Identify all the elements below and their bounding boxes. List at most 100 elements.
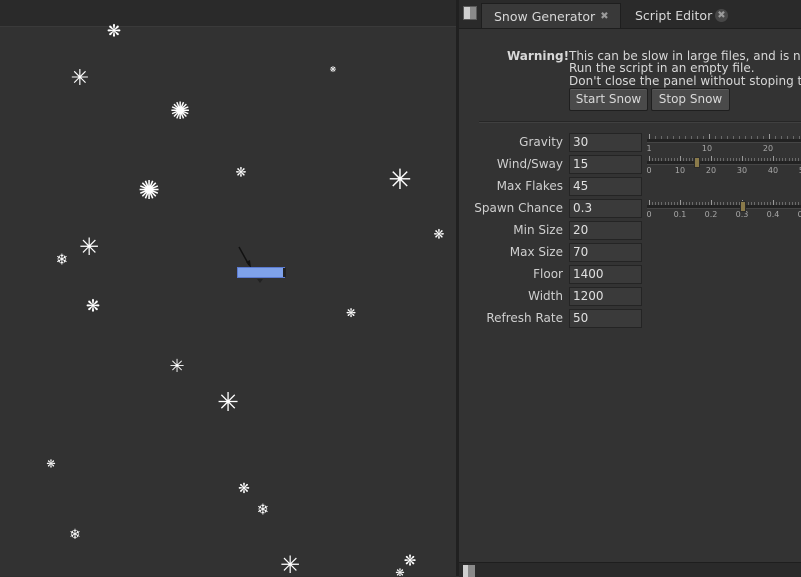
- tab-label: Snow Generator: [494, 9, 595, 24]
- slider-track[interactable]: [647, 139, 801, 143]
- knob-row-refresh-rate: Refresh Rate 50: [459, 308, 801, 330]
- max-size-input[interactable]: 70: [569, 243, 642, 262]
- slider-handle[interactable]: [740, 201, 746, 212]
- slider-tick: [748, 202, 749, 205]
- slider-tick: [793, 136, 794, 139]
- slider-tick: [680, 200, 681, 205]
- spawn-chance-input[interactable]: 0.3: [569, 199, 642, 218]
- slider-tick-label: 0.1: [674, 210, 687, 219]
- start-snow-button[interactable]: Start Snow: [569, 88, 648, 111]
- slider-track[interactable]: [647, 161, 801, 165]
- spawn-chance-slider[interactable]: 00.10.20.30.40.5: [647, 199, 801, 219]
- slider-tick: [773, 156, 774, 161]
- slider-tick: [754, 202, 755, 205]
- slider-tick: [733, 202, 734, 205]
- close-icon[interactable]: ✖: [715, 9, 728, 22]
- slider-tick: [665, 158, 666, 161]
- max-flakes-input[interactable]: 45: [569, 177, 642, 196]
- snowflake-icon: ✳: [280, 553, 300, 576]
- slider-tick: [691, 136, 692, 139]
- knob-row-max-size: Max Size 70: [459, 242, 801, 264]
- snowflake-icon: ❋: [434, 229, 445, 242]
- slider-tick: [665, 202, 666, 205]
- bottom-pane-bar: [459, 562, 801, 577]
- width-input[interactable]: 1200: [569, 287, 642, 306]
- slider-tick: [736, 202, 737, 205]
- slider-tick-label: 1: [646, 144, 651, 153]
- slider-tick-label: 0.4: [767, 210, 780, 219]
- snowflake-icon: ✺: [138, 178, 160, 204]
- snowflake-icon: ❋: [46, 459, 55, 470]
- gravity-slider[interactable]: 1 10 20: [647, 133, 801, 153]
- pane-menu-icon[interactable]: [463, 6, 477, 20]
- slider-tick: [671, 202, 672, 205]
- tab-script-editor[interactable]: Script Editor ✖: [623, 3, 741, 28]
- slider-tick: [717, 202, 718, 205]
- slider-tick: [785, 202, 786, 205]
- slider-tick: [727, 158, 728, 161]
- knob-row-gravity: Gravity 30 1 10 20: [459, 132, 801, 154]
- snowflake-icon: ❋: [395, 568, 404, 577]
- tab-bar: Snow Generator ✖ Script Editor ✖: [459, 0, 801, 29]
- floor-input[interactable]: 1400: [569, 265, 642, 284]
- section-divider: [479, 121, 801, 122]
- close-icon[interactable]: ✖: [598, 10, 611, 23]
- slider-tick: [730, 158, 731, 161]
- knob-label: Refresh Rate: [486, 311, 563, 325]
- slider-tick: [717, 158, 718, 161]
- slider-tick: [769, 134, 770, 139]
- snow-node[interactable]: [237, 267, 285, 278]
- slider-tick: [686, 158, 687, 161]
- slider-tick: [702, 202, 703, 205]
- slider-tick: [739, 136, 740, 139]
- gravity-input[interactable]: 30: [569, 133, 642, 152]
- slider-tick: [655, 136, 656, 139]
- slider-tick-label: 0: [646, 166, 651, 175]
- slider-tick: [745, 136, 746, 139]
- slider-tick: [661, 136, 662, 139]
- slider-tick: [677, 158, 678, 161]
- refresh-rate-input[interactable]: 50: [569, 309, 642, 328]
- min-size-input[interactable]: 20: [569, 221, 642, 240]
- slider-tick: [697, 136, 698, 139]
- snowflake-icon: ✺: [170, 99, 190, 123]
- slider-tick: [776, 158, 777, 161]
- slider-tick-label: 40: [768, 166, 778, 175]
- slider-tick: [785, 158, 786, 161]
- tab-snow-generator[interactable]: Snow Generator ✖: [481, 3, 621, 28]
- stop-snow-button[interactable]: Stop Snow: [651, 88, 730, 111]
- knob-label: Gravity: [519, 135, 563, 149]
- slider-tick: [775, 136, 776, 139]
- slider-tick: [776, 202, 777, 205]
- slider-tick: [674, 202, 675, 205]
- node-output-port[interactable]: [283, 268, 286, 277]
- slider-tick: [696, 202, 697, 205]
- slider-tick: [708, 158, 709, 161]
- wind-sway-slider[interactable]: 01020304050: [647, 155, 801, 175]
- slider-tick: [655, 202, 656, 205]
- snowflake-icon: ❄: [257, 503, 270, 518]
- pane-menu-icon[interactable]: [463, 565, 475, 577]
- knob-label: Spawn Chance: [474, 201, 563, 215]
- slider-tick: [745, 158, 746, 161]
- snowflake-icon: ❄: [56, 253, 69, 268]
- knob-label: Max Size: [510, 245, 563, 259]
- slider-tick: [699, 202, 700, 205]
- knob-row-wind-sway: Wind/Sway 15 01020304050: [459, 154, 801, 176]
- slider-tick: [655, 158, 656, 161]
- slider-tick-label: 10: [702, 144, 712, 153]
- wind-sway-input[interactable]: 15: [569, 155, 642, 174]
- slider-tick: [761, 202, 762, 205]
- slider-track[interactable]: [647, 205, 801, 209]
- slider-tick: [683, 158, 684, 161]
- slider-tick: [770, 158, 771, 161]
- slider-tick: [721, 136, 722, 139]
- node-graph[interactable]: ❋ ✳ ❋ ✺ ❋ ✳ ✺ ❋ ✳ ❄ ❋ ❋ ✳ ✳ ❋ ❋ ❄ ❄ ✳ ❋ …: [0, 0, 456, 576]
- slider-handle[interactable]: [694, 157, 700, 168]
- slider-tick: [661, 158, 662, 161]
- slider-tick-label: 0.2: [705, 210, 718, 219]
- snowflake-icon: ✳: [217, 390, 239, 416]
- slider-tick-label: 20: [763, 144, 773, 153]
- slider-tick: [723, 202, 724, 205]
- slider-tick: [739, 158, 740, 161]
